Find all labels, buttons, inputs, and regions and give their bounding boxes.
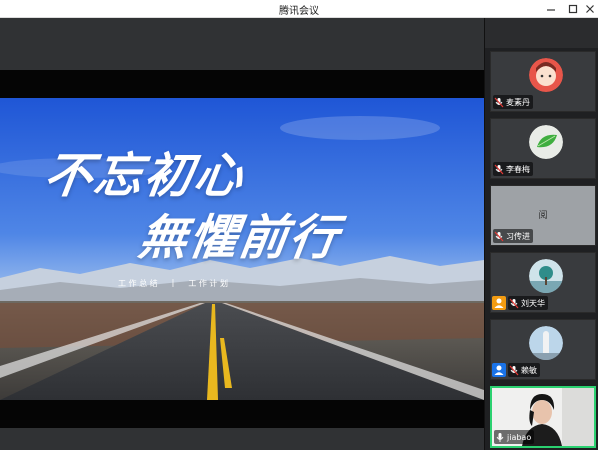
participant-nametag: 麦素丹 <box>493 95 533 109</box>
close-icon <box>586 5 594 13</box>
participant-sidebar: 麦素丹 李春梅 阅 习传进 刘天华 赖敏 jiabao <box>484 18 598 450</box>
participant-tile[interactable]: 赖敏 <box>490 319 596 380</box>
participant-nametag: 习传进 <box>493 229 533 243</box>
shared-screen-area[interactable]: 不忘初心 無懼前行 工 作 总 结 | 工 作 计 划 <box>0 18 484 450</box>
mic-muted-icon <box>494 97 504 107</box>
participant-name: 麦素丹 <box>506 97 530 107</box>
letterbox-top <box>0 70 484 98</box>
host-badge-icon <box>492 296 506 310</box>
leaf-avatar-icon <box>529 125 563 159</box>
slide-subtitle: 工 作 总 结 | 工 作 计 划 <box>118 278 228 289</box>
mic-muted-icon <box>509 365 519 375</box>
tree-avatar-icon <box>529 259 563 293</box>
participant-tile-active[interactable]: jiabao <box>490 386 596 448</box>
mic-muted-icon <box>494 231 504 241</box>
participant-nametag: 刘天华 <box>508 296 548 310</box>
participant-tile[interactable]: 刘天华 <box>490 252 596 313</box>
participant-name: 李春梅 <box>506 164 530 174</box>
participant-name: 习传进 <box>506 231 530 241</box>
slide-headline-line1: 不忘初心 <box>40 148 249 204</box>
subtitle-left: 工 作 总 结 <box>118 279 158 288</box>
minimize-button[interactable] <box>541 1 561 17</box>
minimize-icon <box>547 9 555 11</box>
participant-name: 刘天华 <box>521 298 545 308</box>
participant-tile[interactable]: 李春梅 <box>490 118 596 179</box>
participant-nametag: 赖敏 <box>508 363 540 377</box>
close-button[interactable] <box>580 1 598 17</box>
slide-headline-line2: 無懼前行 <box>135 210 344 266</box>
statue-avatar-icon <box>529 326 563 360</box>
screen-top-band <box>0 18 484 70</box>
participant-nametag: 李春梅 <box>493 162 533 176</box>
mic-muted-icon <box>509 298 519 308</box>
cartoon-avatar-icon <box>529 58 563 92</box>
subtitle-right: 工 作 计 划 <box>188 279 228 288</box>
mic-muted-icon <box>494 164 504 174</box>
cohost-badge-icon <box>492 363 506 377</box>
participant-name: jiabao <box>507 432 532 442</box>
presentation-slide: 不忘初心 無懼前行 工 作 总 结 | 工 作 计 划 <box>0 98 484 400</box>
sidebar-header <box>485 18 598 48</box>
screen-bottom-band <box>0 428 484 450</box>
window-title: 腾讯会议 <box>279 6 319 17</box>
participant-name: 赖敏 <box>521 365 537 375</box>
participant-tile[interactable]: 麦素丹 <box>490 51 596 112</box>
avatar-text: 阅 <box>538 211 548 221</box>
letterbox-bottom <box>0 400 484 428</box>
participant-tile[interactable]: 阅 习传进 <box>490 185 596 246</box>
maximize-icon <box>568 4 578 14</box>
participant-nametag: jiabao <box>494 430 535 444</box>
subtitle-separator: | <box>171 278 175 287</box>
title-bar: 腾讯会议 <box>0 0 598 18</box>
mic-on-icon <box>496 432 504 442</box>
